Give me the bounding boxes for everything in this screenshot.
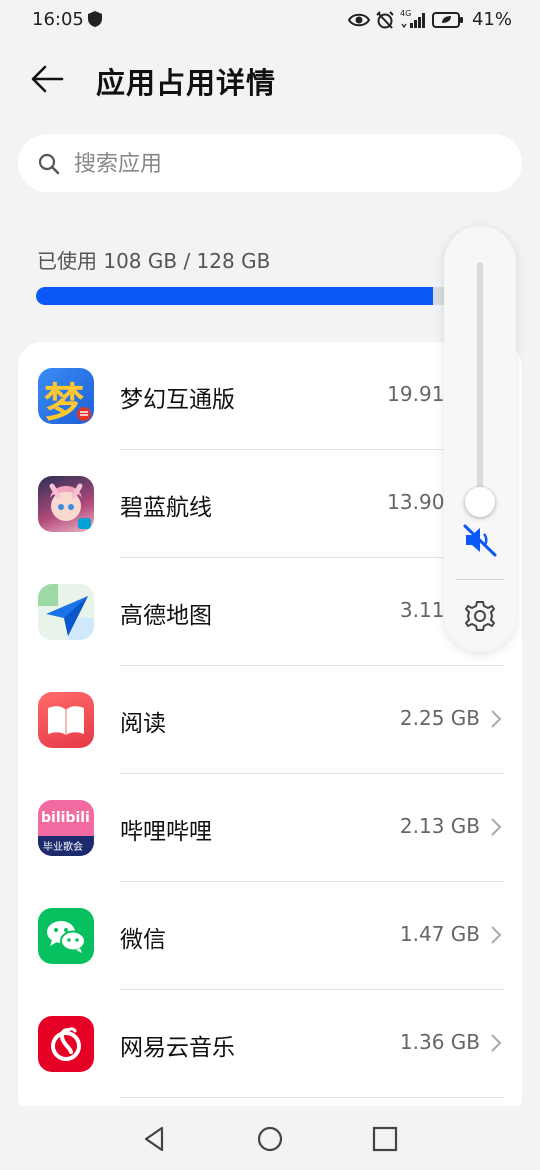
app-name: 高德地图 [120,603,212,629]
nav-home-button[interactable] [253,1122,287,1156]
page-title: 应用占用详情 [96,66,277,100]
reader-app-icon [38,692,94,748]
storage-usage-text: 已使用 108 GB / 128 GB [37,249,271,273]
triangle-back-icon [138,1126,172,1160]
gear-icon [462,601,498,638]
speaker-muted-icon [462,524,498,562]
volume-slider-knob[interactable] [465,487,495,517]
status-bar: 16:05 4G 41% [0,0,540,40]
volume-slider-track[interactable] [477,262,483,502]
volume-divider [456,579,504,580]
app-name: 哔哩哔哩 [120,819,212,845]
mute-toggle-button[interactable] [462,522,498,558]
network-label: 4G [399,8,412,18]
azurlane-app-icon [38,476,94,532]
status-icons: 4G 41% [347,8,512,30]
chevron-right-icon [490,925,502,949]
bilibili-app-icon: bilibili 毕业歌会 [38,800,94,856]
wechat-app-icon [38,908,94,964]
chevron-right-icon [490,709,502,733]
back-button[interactable] [30,62,74,98]
circle-home-icon [253,1126,287,1160]
app-size: 1.36 GB [399,1030,480,1054]
app-row[interactable]: 微信 1.47 GB [18,882,522,990]
app-row[interactable]: bilibili 毕业歌会 哔哩哔哩 2.13 GB [18,774,522,882]
app-name: 微信 [120,927,166,953]
search-icon [38,153,60,179]
battery-percentage: 41% [471,9,512,30]
back-arrow-icon [30,65,64,100]
alarm-off-icon [376,10,394,29]
search-bar[interactable] [18,134,522,194]
nav-back-button[interactable] [138,1122,172,1156]
bilibili-subtitle: 毕业歌会 [43,842,83,853]
nav-recents-button[interactable] [368,1122,402,1156]
app-name: 阅读 [120,711,166,737]
signal-icon: 4G [399,8,426,29]
netease-music-app-icon [38,1016,94,1072]
shield-icon [88,11,102,31]
storage-usage-fill [36,287,433,305]
chevron-right-icon [490,817,502,841]
app-name: 碧蓝航线 [120,495,212,521]
sound-settings-button[interactable] [462,598,498,634]
app-size: 2.13 GB [399,814,480,838]
search-input[interactable] [72,134,496,194]
storage-usage-bar [36,287,506,305]
app-row[interactable]: 阅读 2.25 GB [18,666,522,774]
square-recents-icon [368,1126,402,1160]
header: 应用占用详情 [0,50,540,114]
app-row[interactable]: 网易云音乐 1.36 GB [18,990,522,1098]
battery-icon [431,11,464,29]
navigation-bar [0,1106,540,1170]
app-name: 网易云音乐 [120,1035,235,1061]
divider [120,1097,504,1098]
bilibili-logo-text: bilibili [41,810,90,826]
menghuan-app-icon: 梦 [38,368,94,424]
app-size: 1.47 GB [399,922,480,946]
chevron-right-icon [490,1033,502,1057]
eye-icon [347,12,370,28]
app-name: 梦幻互通版 [120,387,235,413]
volume-panel [444,226,516,652]
status-time: 16:05 [32,9,84,30]
amap-app-icon [38,584,94,640]
app-size: 2.25 GB [399,706,480,730]
